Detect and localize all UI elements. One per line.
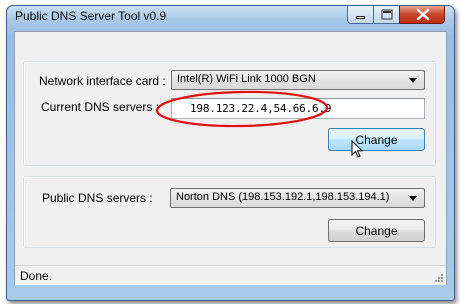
maximize-button[interactable] [373, 6, 399, 24]
mouse-cursor-icon [351, 140, 364, 158]
red-ellipse-annotation [155, 90, 329, 128]
app-window: Public DNS Server Tool v0.9 Network inte… [6, 5, 455, 301]
minimize-icon [356, 16, 365, 19]
window-title: Public DNS Server Tool v0.9 [15, 9, 167, 23]
change-public-dns-button-label: Change [355, 224, 398, 238]
close-button[interactable] [399, 6, 445, 24]
chevron-down-icon [409, 196, 417, 201]
status-text: Done. [20, 269, 53, 283]
minimize-button[interactable] [347, 6, 373, 24]
chevron-down-icon [409, 78, 417, 83]
change-dns-button[interactable]: Change [328, 128, 425, 151]
public-dns-group: Public DNS servers : Norton DNS (198.153… [23, 176, 436, 248]
status-bar: Done. [15, 265, 446, 285]
public-dns-value: Norton DNS (198.153.192.1,198.153.194.1) [176, 191, 390, 203]
public-dns-label: Public DNS servers : [42, 191, 153, 205]
size-grip-icon[interactable] [434, 273, 444, 283]
client-area: Network interface card : Intel(R) WiFi L… [14, 31, 447, 285]
change-public-dns-button[interactable]: Change [328, 219, 425, 242]
nic-value: Intel(R) WiFi Link 1000 BGN [177, 73, 316, 85]
close-icon [416, 8, 430, 21]
current-dns-label: Current DNS servers : [41, 100, 160, 114]
nic-label: Network interface card : [39, 74, 166, 88]
network-group: Network interface card : Intel(R) WiFi L… [23, 61, 436, 166]
public-dns-combobox[interactable]: Norton DNS (198.153.192.1,198.153.194.1) [170, 188, 425, 208]
maximize-icon [381, 9, 393, 20]
